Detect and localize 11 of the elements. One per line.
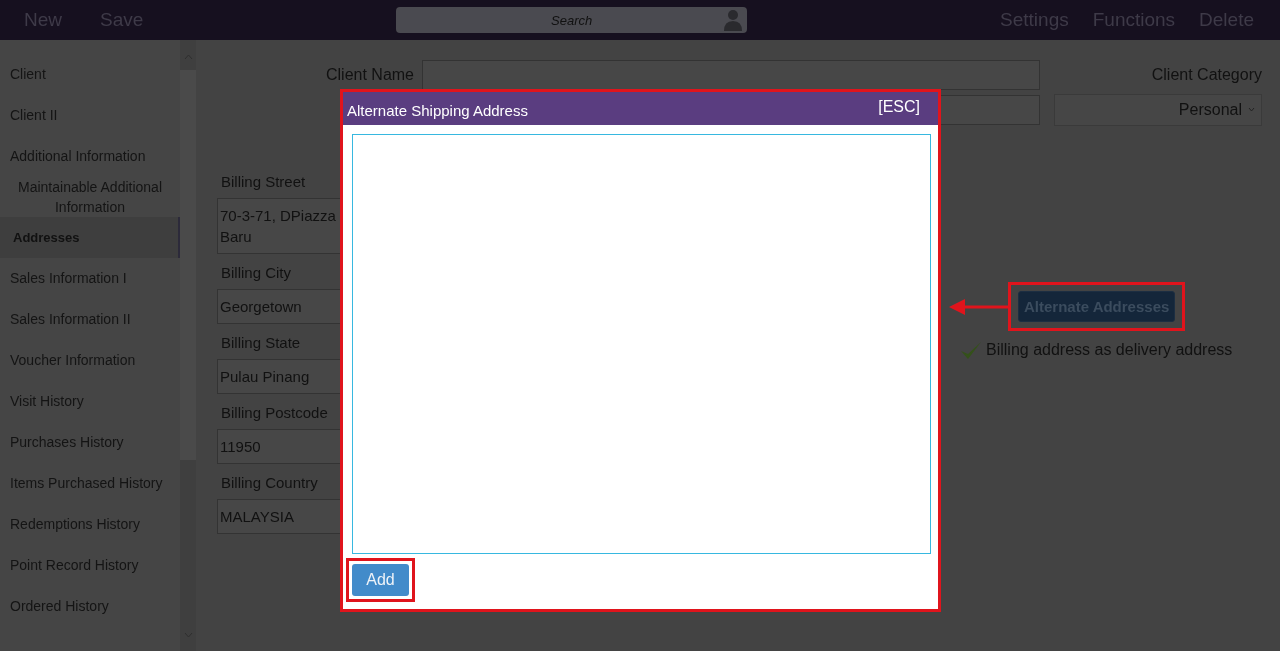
add-button[interactable]: Add — [352, 564, 409, 596]
chevron-down-icon — [1248, 107, 1255, 112]
search-field[interactable]: Search — [396, 7, 748, 33]
dialog-title: Alternate Shipping Address — [347, 102, 528, 119]
scrollbar-thumb[interactable] — [180, 70, 196, 460]
close-hint[interactable]: [ESC] — [878, 97, 920, 116]
scrollbar[interactable] — [180, 40, 196, 651]
address-text-area[interactable] — [352, 134, 931, 554]
person-icon — [723, 9, 744, 31]
client-name-field[interactable] — [422, 59, 1040, 90]
checkmark-icon[interactable] — [960, 339, 982, 361]
